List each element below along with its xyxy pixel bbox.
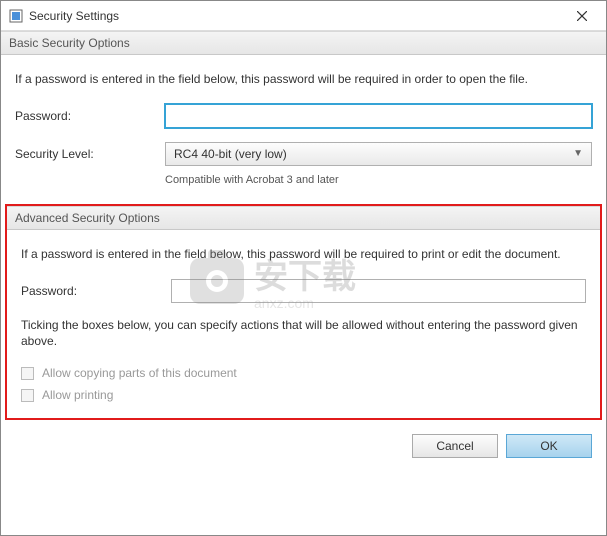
security-level-select[interactable]: RC4 40-bit (very low) ▼ bbox=[165, 142, 592, 166]
advanced-section-header: Advanced Security Options bbox=[7, 206, 600, 230]
close-icon bbox=[577, 11, 587, 21]
tick-description: Ticking the boxes below, you can specify… bbox=[21, 317, 586, 351]
basic-section-content: If a password is entered in the field be… bbox=[1, 55, 606, 204]
chevron-down-icon: ▼ bbox=[573, 148, 583, 159]
close-button[interactable] bbox=[562, 2, 602, 30]
open-password-field[interactable] bbox=[165, 104, 592, 128]
security-level-row: Security Level: RC4 40-bit (very low) ▼ bbox=[15, 142, 592, 166]
cancel-button[interactable]: Cancel bbox=[412, 434, 498, 458]
advanced-description: If a password is entered in the field be… bbox=[21, 246, 586, 263]
ok-button[interactable]: OK bbox=[506, 434, 592, 458]
ok-button-label: OK bbox=[540, 439, 557, 453]
security-level-label: Security Level: bbox=[15, 147, 165, 161]
advanced-section: Advanced Security Options If a password … bbox=[5, 204, 602, 420]
allow-print-label: Allow printing bbox=[42, 388, 113, 402]
button-bar: Cancel OK bbox=[1, 426, 606, 470]
edit-password-label: Password: bbox=[21, 284, 171, 298]
allow-print-checkbox[interactable] bbox=[21, 389, 34, 402]
allow-copy-label: Allow copying parts of this document bbox=[42, 366, 237, 380]
window-title: Security Settings bbox=[29, 9, 562, 23]
security-level-hint: Compatible with Acrobat 3 and later bbox=[165, 174, 592, 186]
basic-section-header: Basic Security Options bbox=[1, 31, 606, 55]
app-icon bbox=[9, 9, 23, 23]
security-settings-window: Security Settings Basic Security Options… bbox=[0, 0, 607, 536]
edit-password-field[interactable] bbox=[171, 279, 586, 303]
edit-password-row: Password: bbox=[21, 279, 586, 303]
titlebar: Security Settings bbox=[1, 1, 606, 31]
allow-copy-checkbox[interactable] bbox=[21, 367, 34, 380]
security-level-value: RC4 40-bit (very low) bbox=[174, 147, 287, 161]
password-label: Password: bbox=[15, 109, 165, 123]
advanced-section-content: If a password is entered in the field be… bbox=[7, 230, 600, 418]
cancel-button-label: Cancel bbox=[436, 439, 473, 453]
basic-description: If a password is entered in the field be… bbox=[15, 71, 592, 88]
allow-print-row: Allow printing bbox=[21, 388, 586, 402]
password-row: Password: bbox=[15, 104, 592, 128]
allow-copy-row: Allow copying parts of this document bbox=[21, 366, 586, 380]
